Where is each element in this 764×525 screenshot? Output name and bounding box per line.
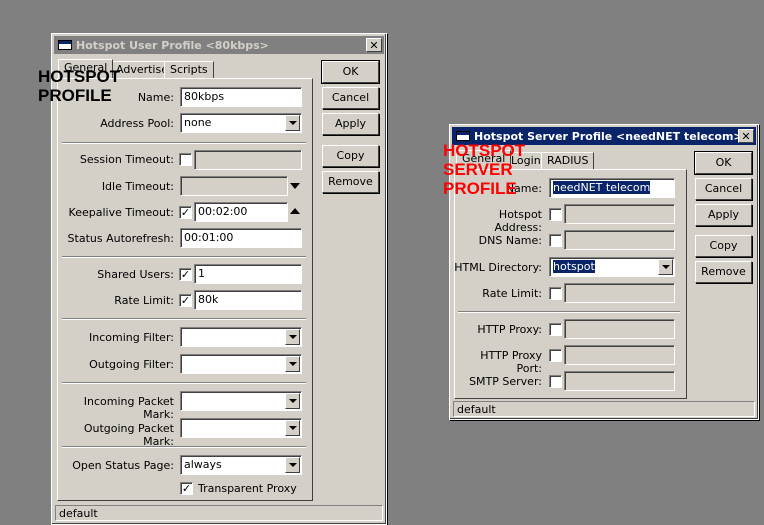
expand-down-icon[interactable] (290, 183, 300, 189)
name-selected-text: needNET telecom (553, 181, 651, 194)
window-icon (456, 131, 470, 141)
separator (62, 142, 306, 144)
server-profile-annotation: HOTSPOT SERVER PROFILE (443, 141, 525, 198)
html-directory-label: HTML Directory: (454, 261, 542, 274)
separator (62, 318, 306, 320)
keepalive-timeout-checkbox[interactable]: ✓ (179, 206, 192, 219)
incoming-packet-mark-select[interactable] (180, 391, 302, 411)
remove-button[interactable]: Remove (695, 261, 752, 283)
transparent-proxy-label[interactable]: Transparent Proxy (198, 482, 297, 495)
session-timeout-checkbox[interactable] (179, 153, 192, 166)
name-input[interactable]: 80kbps (180, 87, 302, 107)
rate-limit-input[interactable] (564, 283, 675, 303)
status-autorefresh-label: Status Autorefresh: (67, 232, 174, 245)
http-proxy-port-input[interactable] (564, 345, 675, 365)
address-pool-select[interactable]: none (180, 113, 302, 133)
user-profile-annotation: HOTSPOT PROFILE (38, 67, 120, 105)
apply-button[interactable]: Apply (322, 113, 379, 135)
remove-button[interactable]: Remove (322, 171, 379, 193)
outgoing-packet-mark-select[interactable] (180, 418, 302, 438)
tab-scripts[interactable]: Scripts (164, 61, 214, 78)
http-proxy-input[interactable] (564, 319, 675, 339)
outgoing-packet-mark-label: Outgoing Packet Mark: (83, 422, 174, 448)
window-icon (58, 40, 72, 50)
separator (62, 446, 306, 448)
shared-users-input[interactable]: 1 (194, 264, 302, 284)
shared-users-checkbox[interactable]: ✓ (179, 268, 192, 281)
transparent-proxy-checkbox[interactable]: ✓ (180, 482, 193, 495)
address-pool-value: none (184, 116, 212, 129)
dns-name-input[interactable] (564, 230, 675, 250)
incoming-filter-select[interactable] (180, 327, 302, 347)
smtp-server-label: SMTP Server: (469, 375, 542, 388)
ok-button[interactable]: OK (694, 151, 753, 175)
copy-button[interactable]: Copy (695, 235, 752, 257)
tab-radius[interactable]: RADIUS (541, 152, 595, 169)
dns-name-checkbox[interactable] (549, 234, 562, 247)
status-bar: default (55, 505, 383, 521)
user-profile-title: Hotspot User Profile <80kbps> (76, 38, 269, 52)
chevron-down-icon[interactable] (285, 420, 300, 436)
ok-button[interactable]: OK (321, 60, 380, 84)
keepalive-timeout-label: Keepalive Timeout: (68, 206, 174, 219)
http-proxy-port-checkbox[interactable] (549, 349, 562, 362)
rate-limit-checkbox[interactable]: ✓ (179, 294, 192, 307)
server-profile-annotation-line1: HOTSPOT (443, 141, 526, 160)
rate-limit-label: Rate Limit: (482, 287, 542, 300)
open-status-page-label: Open Status Page: (72, 459, 174, 472)
session-timeout-input[interactable] (194, 150, 302, 170)
chevron-down-icon[interactable] (285, 393, 300, 409)
status-bar: default (453, 401, 755, 417)
open-status-page-value: always (184, 458, 222, 471)
user-profile-titlebar[interactable]: Hotspot User Profile <80kbps> ✕ (54, 36, 384, 54)
shared-users-label: Shared Users: (97, 268, 174, 281)
server-profile-annotation-line2: SERVER (443, 160, 513, 179)
rate-limit-input[interactable]: 80k (194, 290, 302, 310)
separator (458, 311, 680, 313)
chevron-down-icon[interactable] (285, 356, 300, 372)
cancel-button[interactable]: Cancel (322, 87, 379, 109)
separator (62, 256, 306, 258)
rate-limit-label: Rate Limit: (114, 294, 174, 307)
server-profile-annotation-line3: PROFILE (443, 179, 517, 198)
html-directory-value: hotspot (553, 260, 595, 273)
hotspot-address-checkbox[interactable] (549, 208, 562, 221)
http-proxy-checkbox[interactable] (549, 323, 562, 336)
open-status-page-select[interactable]: always (180, 455, 302, 475)
user-profile-annotation-line2: PROFILE (38, 86, 112, 105)
status-autorefresh-input[interactable]: 00:01:00 (180, 228, 302, 248)
session-timeout-label: Session Timeout: (79, 153, 174, 166)
collapse-up-icon[interactable] (290, 208, 300, 214)
smtp-server-checkbox[interactable] (549, 375, 562, 388)
chevron-down-icon[interactable] (285, 115, 300, 131)
hotspot-address-label: Hotspot Address: (494, 208, 542, 234)
separator (62, 382, 306, 384)
hotspot-address-input[interactable] (564, 204, 675, 224)
rate-limit-checkbox[interactable] (549, 287, 562, 300)
incoming-filter-label: Incoming Filter: (89, 331, 174, 344)
close-icon[interactable]: ✕ (366, 38, 382, 52)
chevron-down-icon[interactable] (285, 457, 300, 473)
outgoing-filter-label: Outgoing Filter: (89, 358, 174, 371)
http-proxy-label: HTTP Proxy: (477, 323, 542, 336)
html-directory-select[interactable]: hotspot (549, 257, 675, 277)
apply-button[interactable]: Apply (695, 204, 752, 226)
copy-button[interactable]: Copy (322, 145, 379, 167)
dns-name-label: DNS Name: (478, 234, 542, 247)
outgoing-filter-select[interactable] (180, 354, 302, 374)
close-icon[interactable]: ✕ (738, 129, 754, 143)
smtp-server-input[interactable] (564, 371, 675, 391)
http-proxy-port-label: HTTP Proxy Port: (480, 349, 542, 375)
chevron-down-icon[interactable] (658, 259, 673, 275)
cancel-button[interactable]: Cancel (695, 178, 752, 200)
address-pool-label: Address Pool: (100, 117, 174, 130)
idle-timeout-label: Idle Timeout: (101, 180, 174, 193)
incoming-packet-mark-label: Incoming Packet Mark: (83, 395, 174, 421)
keepalive-timeout-input[interactable]: 00:02:00 (194, 202, 288, 222)
user-profile-annotation-line1: HOTSPOT (38, 67, 121, 86)
name-input[interactable]: needNET telecom (549, 178, 675, 198)
user-profile-window: Hotspot User Profile <80kbps> ✕ General … (51, 33, 387, 525)
idle-timeout-input[interactable] (180, 176, 288, 196)
chevron-down-icon[interactable] (285, 329, 300, 345)
